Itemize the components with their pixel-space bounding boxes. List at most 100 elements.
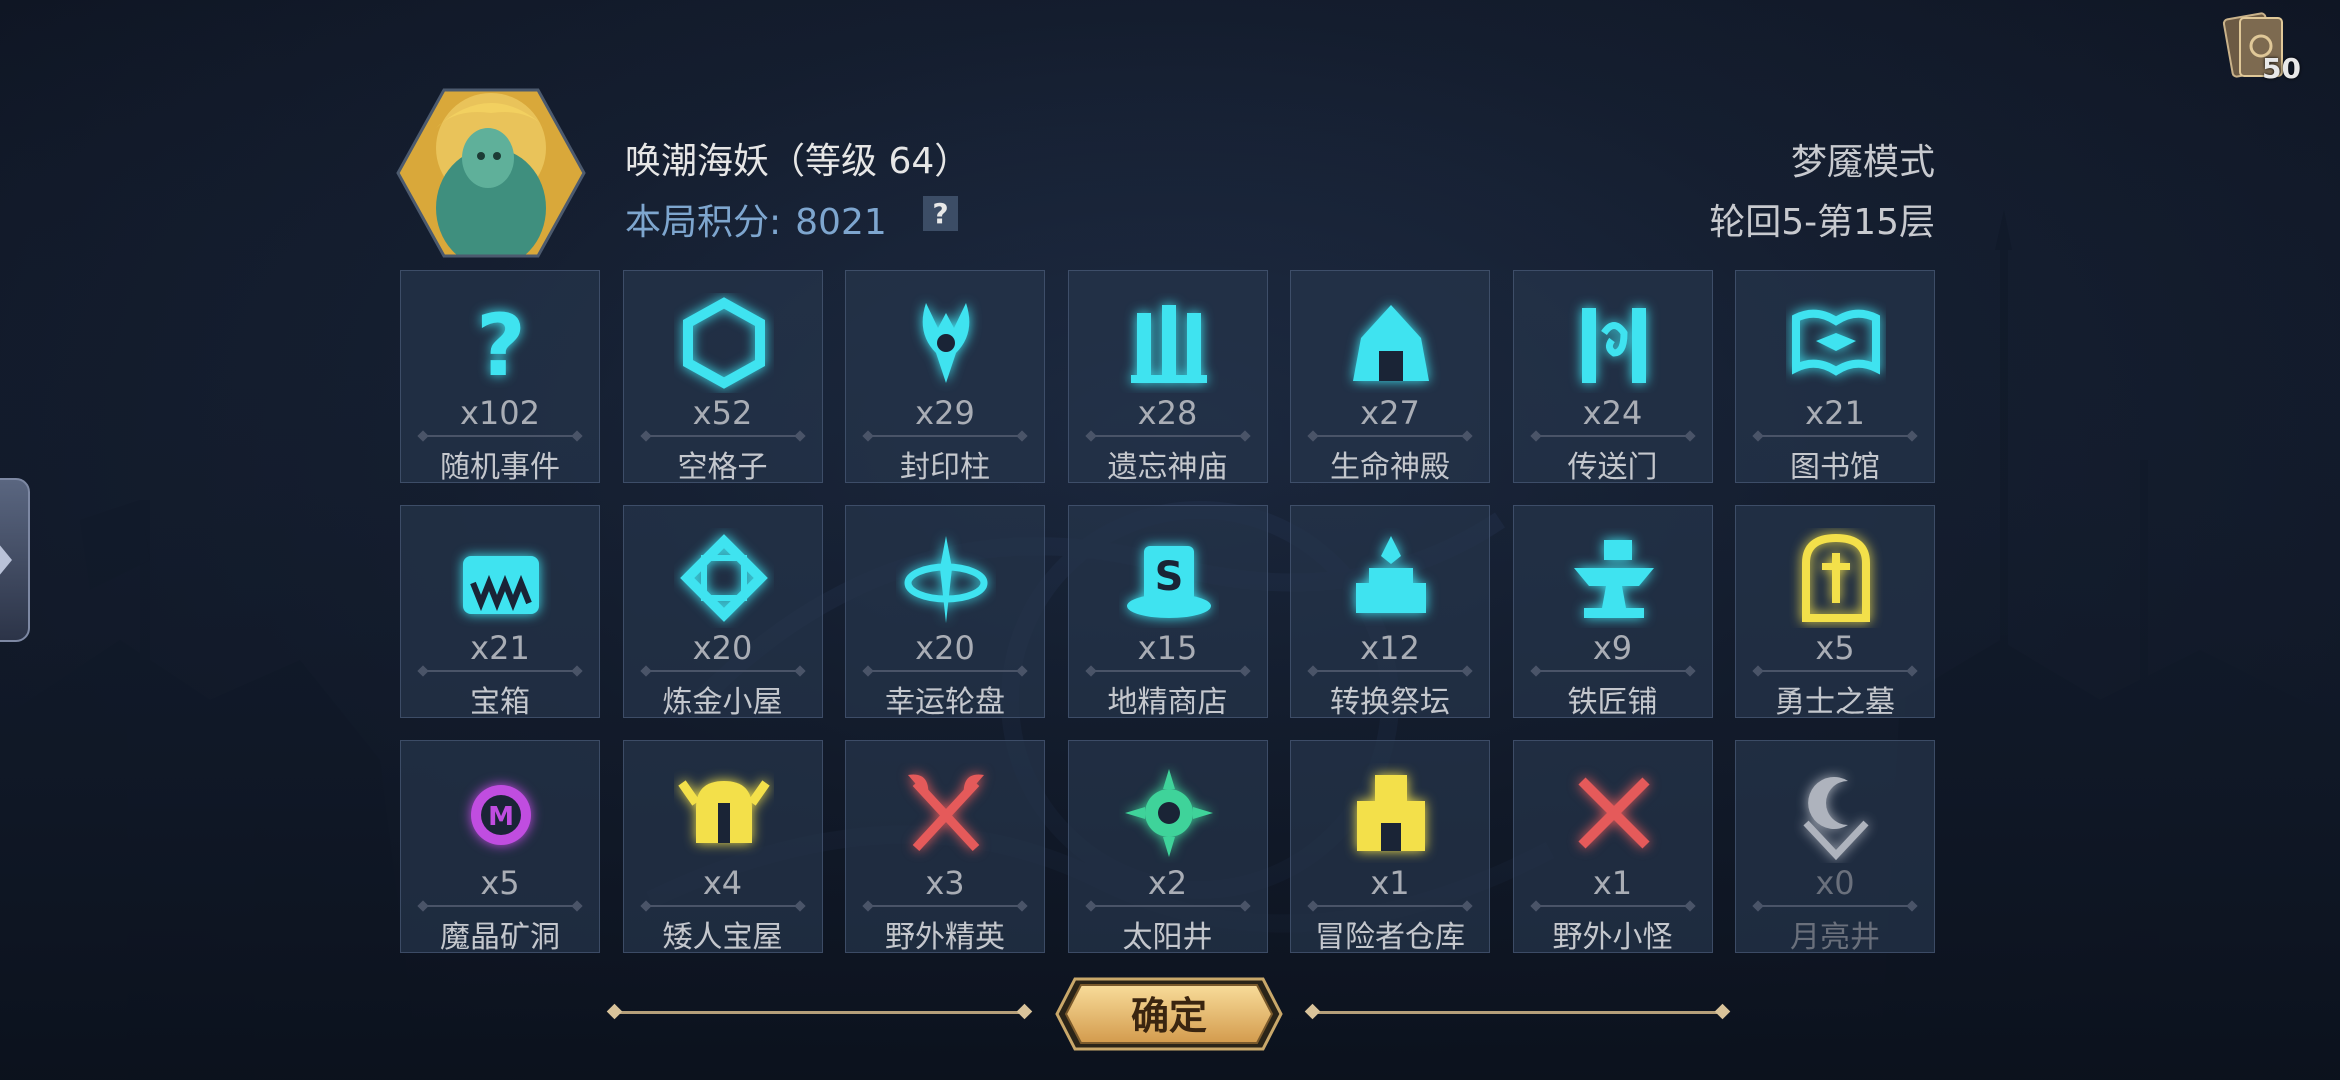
tile-divider (1758, 435, 1912, 437)
tile-name: 冒险者仓库 (1315, 920, 1465, 955)
tile-count: x3 (925, 864, 965, 902)
event-tile: x4 矮人宝屋 (622, 740, 823, 955)
tomb-icon (1802, 533, 1870, 622)
chevron-right-icon (0, 538, 12, 582)
event-tile: x28 遗忘神庙 (1067, 270, 1268, 485)
tile-count: x2 (1147, 864, 1188, 902)
tile-count: x52 (692, 394, 753, 432)
tile-count: x28 (1137, 394, 1198, 432)
tile-name: 转换祭坛 (1330, 685, 1450, 720)
tile-count: x20 (915, 629, 975, 667)
divider-left (614, 1011, 1024, 1014)
tile-divider (1535, 905, 1690, 907)
side-drawer-tab[interactable] (0, 478, 30, 642)
tile-divider (868, 905, 1022, 907)
event-tile: x21 图书馆 (1735, 270, 1935, 485)
tile-divider (1313, 670, 1467, 672)
tile-name: 宝箱 (470, 685, 530, 720)
tile-divider (1313, 435, 1467, 437)
crossed-swords-icon (1577, 777, 1650, 849)
tile-name: 野外精英 (885, 920, 1005, 955)
tile-divider (645, 435, 800, 437)
tile-name: 空格子 (677, 450, 768, 485)
tile-divider (423, 905, 577, 907)
event-tile: x21 宝箱 (400, 505, 600, 720)
tile-name: 幸运轮盘 (885, 685, 1005, 720)
event-tile: x9 铁匠铺 (1512, 505, 1713, 720)
tile-count: x4 (702, 864, 743, 902)
event-tile: Sx15 地精商店 (1067, 505, 1268, 720)
score-value: 8021 (795, 202, 887, 243)
tile-divider (868, 670, 1022, 672)
wheel-icon (904, 536, 988, 623)
score-line: 本局积分: 8021 (625, 193, 887, 245)
tile-name: 随机事件 (440, 450, 560, 485)
event-tile: x1 野外小怪 (1512, 740, 1713, 955)
event-tile: x1 冒险者仓库 (1290, 740, 1490, 955)
event-tile: Mx5 魔晶矿洞 (400, 740, 600, 955)
deck-count: 50 (2262, 52, 2301, 85)
event-tile: x20 炼金小屋 (622, 505, 823, 720)
tile-name: 封印柱 (900, 450, 990, 485)
event-tile: x29 封印柱 (845, 270, 1045, 485)
warehouse-icon (1357, 775, 1425, 851)
tile-count: x5 (1815, 629, 1855, 667)
tile-divider (1535, 435, 1690, 437)
temple-icon (1130, 305, 1207, 383)
crossed-axes-icon (908, 774, 984, 852)
tile-divider (1090, 670, 1245, 672)
event-tile: x5 勇士之墓 (1735, 505, 1935, 720)
tile-count: x21 (470, 629, 530, 667)
chest-icon (463, 556, 539, 614)
moon-well-icon (1803, 777, 1869, 861)
tile-name: 铁匠铺 (1567, 685, 1658, 720)
event-tile: x3 野外精英 (845, 740, 1045, 955)
seal-pillar-icon (922, 303, 970, 383)
life-shrine-icon (1353, 305, 1429, 381)
help-button[interactable]: ? (923, 196, 958, 231)
tile-name: 炼金小屋 (662, 685, 783, 720)
event-tile: x27 生命神殿 (1290, 270, 1490, 485)
hero-name-level: 唤潮海妖（等级 64） (625, 141, 971, 182)
tile-divider (1090, 435, 1245, 437)
tile-divider (423, 670, 577, 672)
tile-divider (868, 435, 1022, 437)
event-tile: x24 传送门 (1512, 270, 1713, 485)
difficulty-mode: 梦魇模式 (1790, 142, 1935, 183)
tile-count: x102 (459, 394, 540, 432)
book-icon (1792, 309, 1880, 376)
question-icon: ? (476, 296, 526, 393)
altar-icon (1356, 536, 1426, 613)
tile-name: 太阳井 (1122, 920, 1213, 955)
event-tile: ? x102 随机事件 (400, 270, 600, 485)
tile-count: x21 (1805, 394, 1865, 432)
tile-name: 魔晶矿洞 (440, 920, 560, 955)
tile-divider (1758, 670, 1912, 672)
tile-name: 矮人宝屋 (662, 920, 783, 955)
tile-count: x0 (1815, 864, 1855, 902)
tile-name: 月亮井 (1790, 920, 1880, 955)
tile-count: x15 (1137, 629, 1198, 667)
event-tile: x0 月亮井 (1735, 740, 1935, 955)
tile-name: 生命神殿 (1330, 450, 1450, 485)
event-tile: x52 空格子 (622, 270, 823, 485)
floor-progress: 轮回5-第15层 (1709, 202, 1935, 243)
event-tile: x20 幸运轮盘 (845, 505, 1045, 720)
tile-count: x29 (915, 394, 975, 432)
dwarf-helmet-icon (677, 780, 770, 843)
tile-count: x1 (1592, 864, 1633, 902)
tile-name: 野外小怪 (1552, 920, 1673, 955)
tile-divider (423, 435, 577, 437)
event-tile: x2 太阳井 (1067, 740, 1268, 955)
tile-count: x5 (480, 864, 520, 902)
tile-count: x9 (1592, 629, 1633, 667)
tile-name: 图书馆 (1790, 450, 1880, 485)
tile-count: x20 (692, 629, 753, 667)
svg-text:S: S (1154, 554, 1183, 600)
event-tile-grid: ? x102 随机事件 x52 空格子 x29 封印柱 x28 遗忘神庙 x27 生命神殿 x24 传送… (400, 270, 1935, 955)
svg-text:M: M (488, 802, 514, 832)
tile-name: 传送门 (1567, 450, 1658, 485)
divider-right (1312, 1011, 1722, 1014)
tile-divider (645, 905, 800, 907)
tile-count: x27 (1360, 394, 1420, 432)
